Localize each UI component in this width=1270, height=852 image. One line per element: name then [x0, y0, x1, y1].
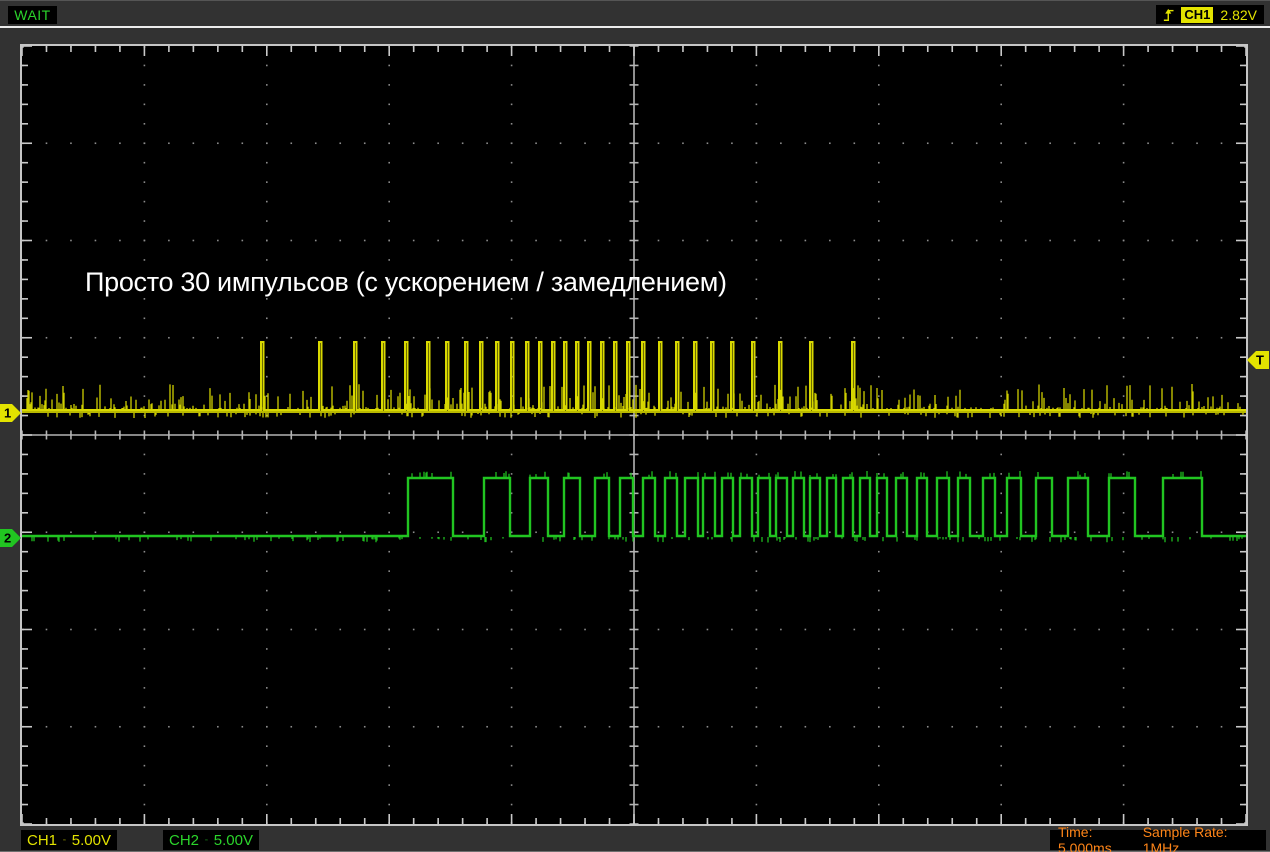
ch1-marker-label: 1 — [4, 406, 11, 421]
acquisition-status-text: WAIT — [14, 7, 51, 23]
ch2-waveform — [22, 476, 1246, 538]
timebase-value: Time: 5.000ms — [1058, 824, 1112, 852]
oscilloscope-screen: WAIT CH1 2.82V Просто 30 импульсов (с ус… — [0, 0, 1270, 852]
ch2-readout[interactable]: CH2 5.00V — [163, 830, 259, 850]
graticule-frame — [20, 44, 1248, 826]
center-cross-lines — [22, 46, 1246, 824]
trigger-marker-label: T — [1256, 353, 1264, 368]
ch2-label: CH2 — [169, 831, 200, 849]
ch2-ground-marker[interactable]: 2 — [0, 529, 22, 547]
acquisition-status-badge: WAIT — [8, 6, 57, 24]
trigger-readout: CH1 2.82V — [1156, 5, 1264, 24]
bottom-readout-bar: CH1 5.00V CH2 5.00V Time: 5.000ms Sample… — [0, 824, 1270, 852]
ch1-ground-marker[interactable]: 1 — [0, 404, 22, 422]
sample-rate-value: Sample Rate: 1MHz — [1142, 824, 1228, 852]
ch1-label: CH1 — [27, 831, 58, 849]
trigger-level-value: 2.82V — [1220, 6, 1257, 23]
rising-edge-trigger-icon — [1163, 8, 1174, 21]
timebase-readout: Time: 5.000ms Sample Rate: 1MHz — [1050, 824, 1266, 852]
ch1-readout[interactable]: CH1 5.00V — [21, 830, 117, 850]
dc-coupling-icon — [205, 839, 208, 841]
ch1-scale-value: 5.00V — [71, 831, 111, 849]
waveform-display — [22, 46, 1246, 824]
trigger-level-marker[interactable]: T — [1247, 351, 1269, 369]
dc-coupling-icon — [63, 839, 66, 841]
annotation-text: Просто 30 импульсов (с ускорением / заме… — [85, 267, 727, 297]
ch2-marker-label: 2 — [4, 531, 11, 546]
trigger-source-chip[interactable]: CH1 — [1181, 6, 1214, 23]
top-status-bar: WAIT CH1 2.82V — [0, 1, 1270, 28]
ch2-scale-value: 5.00V — [213, 831, 253, 849]
